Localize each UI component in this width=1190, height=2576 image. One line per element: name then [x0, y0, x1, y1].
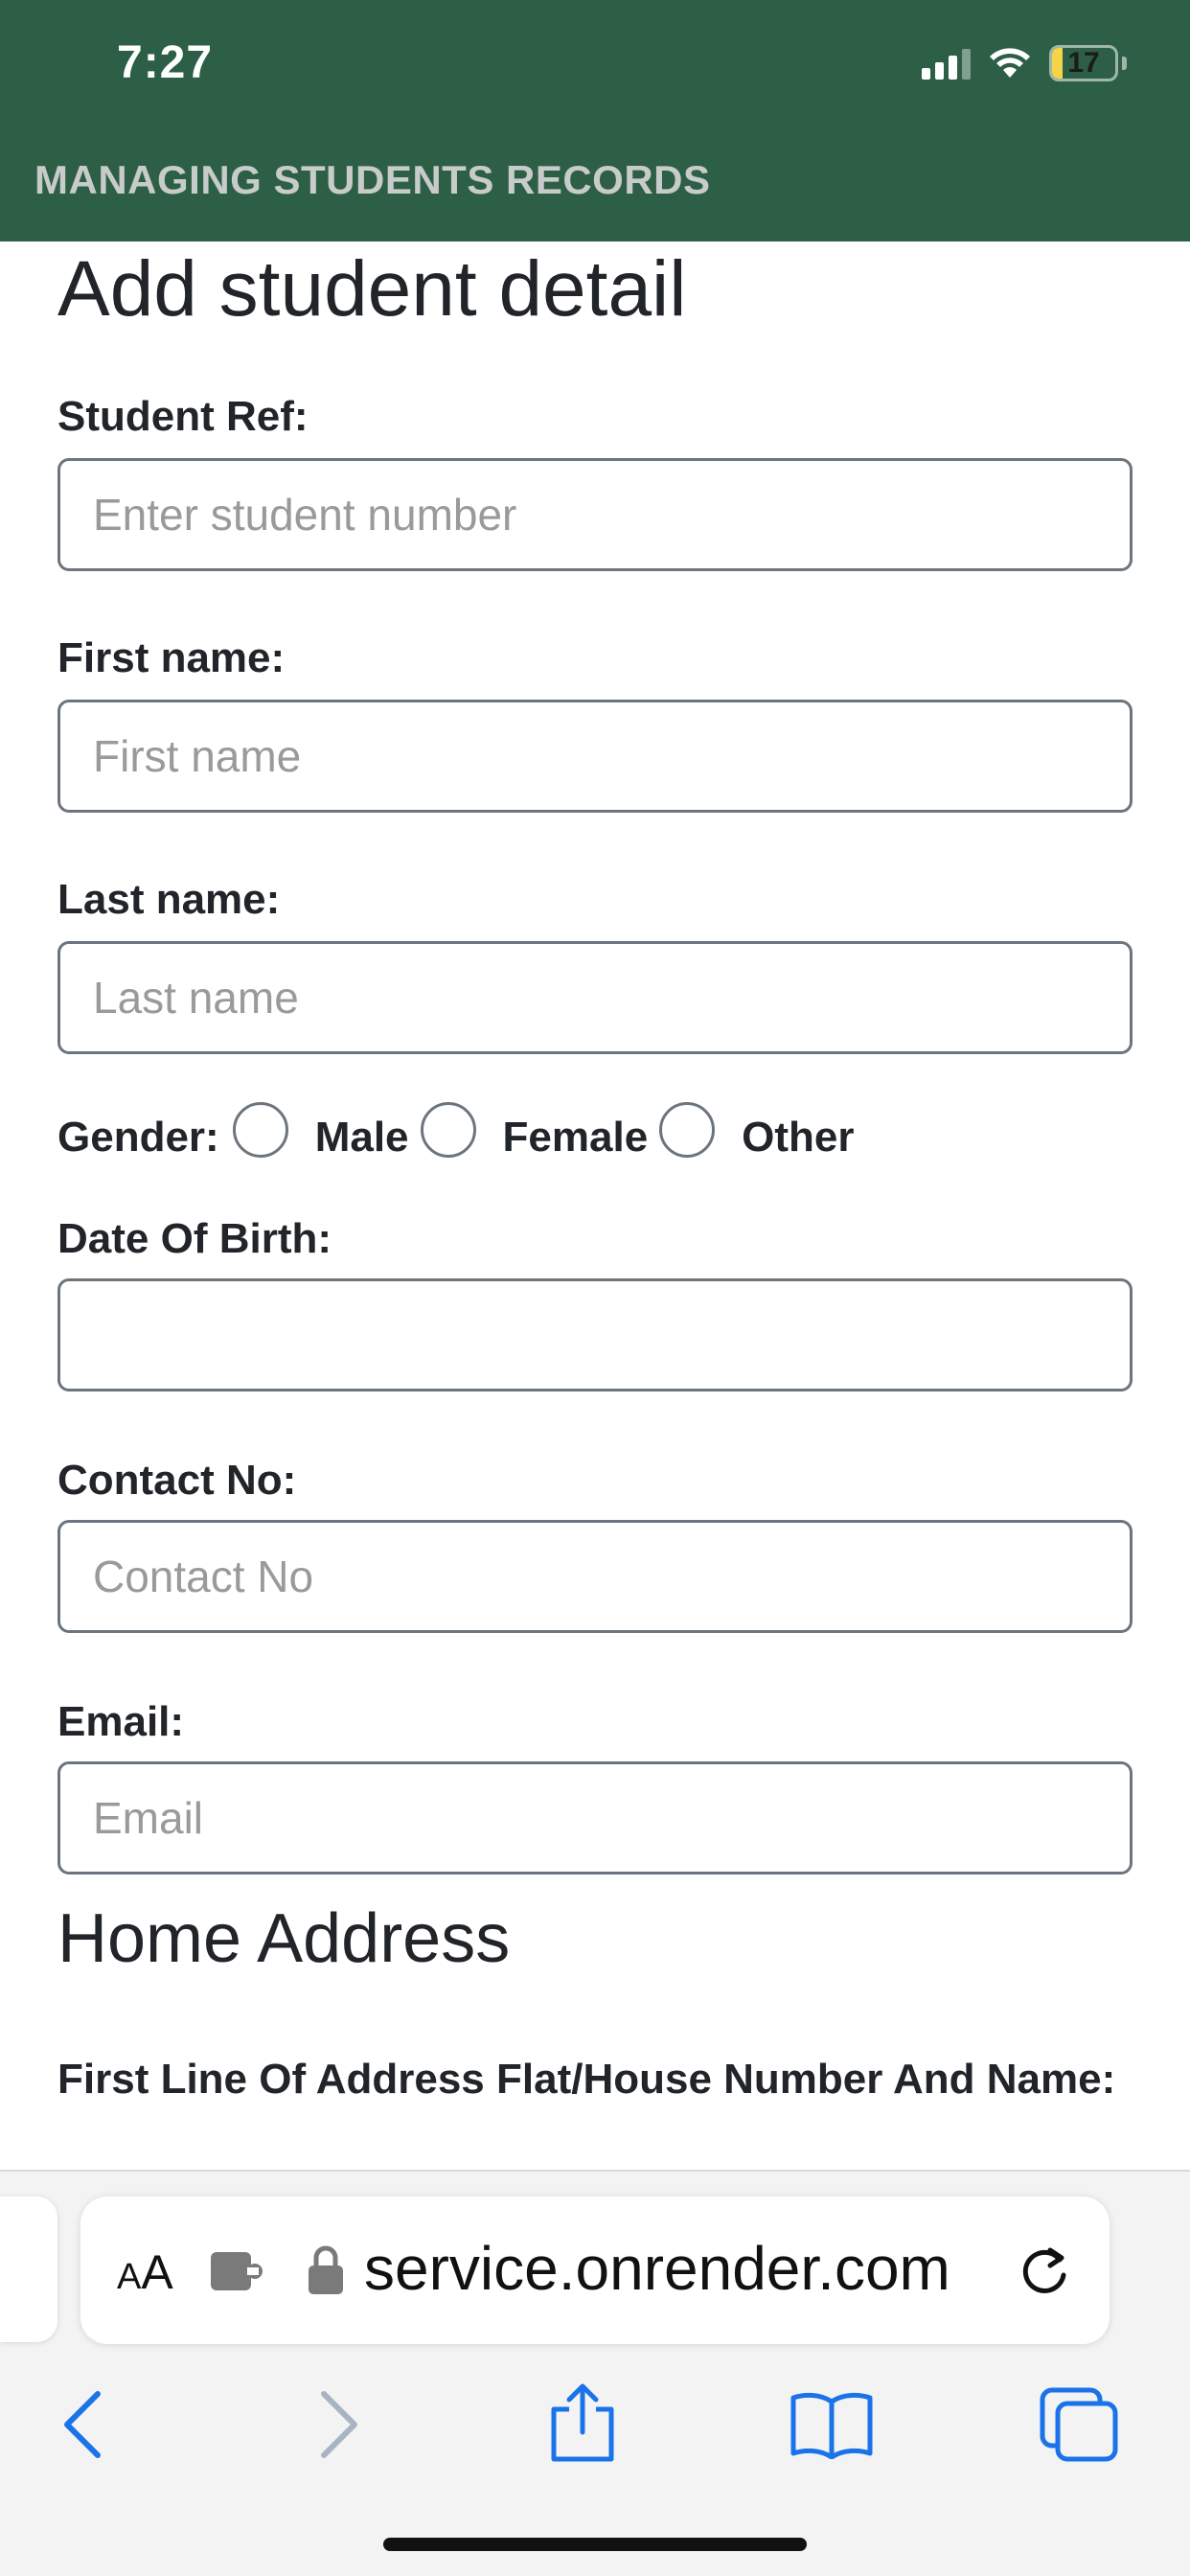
- student-ref-label: Student Ref:: [57, 393, 309, 440]
- browser-nav-bar: [0, 2352, 1190, 2486]
- url-domain[interactable]: service.onrender.com: [364, 2233, 950, 2304]
- first-name-input[interactable]: [57, 700, 1133, 813]
- gender-row: Gender: Male Female Other: [57, 1102, 855, 1171]
- gender-male-label[interactable]: Male: [315, 1114, 409, 1162]
- dob-input[interactable]: [57, 1278, 1133, 1392]
- last-name-input[interactable]: [57, 941, 1133, 1054]
- gender-label: Gender:: [57, 1114, 219, 1161]
- wifi-icon: [990, 48, 1030, 78]
- browser-toolbar: AA service.onrender.com: [0, 2170, 1190, 2576]
- lock-icon: [309, 2245, 343, 2294]
- contact-label: Contact No:: [57, 1457, 297, 1504]
- address-bar[interactable]: AA service.onrender.com: [80, 2196, 1110, 2344]
- back-icon[interactable]: [59, 2388, 105, 2461]
- home-indicator: [383, 2538, 807, 2551]
- forward-icon[interactable]: [316, 2388, 362, 2461]
- first-name-label: First name:: [57, 634, 286, 681]
- cellular-signal-icon: [922, 47, 971, 80]
- student-ref-input[interactable]: [57, 458, 1133, 571]
- app-title: MANAGING STUDENTS RECORDS: [34, 157, 711, 202]
- last-name-label: Last name:: [57, 876, 281, 923]
- gender-male-radio[interactable]: [232, 1102, 288, 1158]
- bookmarks-icon[interactable]: [788, 2390, 876, 2459]
- gender-other-radio[interactable]: [659, 1102, 716, 1158]
- gender-female-radio[interactable]: [420, 1102, 476, 1158]
- app-header-bar: 7:27 17 MANAGING STUDENTS RECORDS: [0, 0, 1190, 242]
- address-first-line-label: First Line Of Address Flat/House Number …: [57, 2056, 1116, 2103]
- gender-other-label[interactable]: Other: [742, 1114, 854, 1162]
- battery-icon: 17: [1049, 45, 1118, 81]
- battery-level: 17: [1067, 47, 1100, 79]
- previous-tab[interactable]: [0, 2196, 57, 2342]
- email-label: Email:: [57, 1698, 185, 1745]
- page-title: Add student detail: [57, 245, 687, 333]
- dob-label: Date Of Birth:: [57, 1215, 332, 1262]
- text-size-button[interactable]: AA: [117, 2244, 173, 2300]
- share-icon[interactable]: [546, 2380, 619, 2465]
- contact-input[interactable]: [57, 1520, 1133, 1633]
- status-icons: 17: [922, 44, 1127, 82]
- gender-female-label[interactable]: Female: [503, 1114, 649, 1162]
- status-time: 7:27: [117, 37, 214, 88]
- extension-icon[interactable]: [207, 2242, 268, 2300]
- email-input[interactable]: [57, 1761, 1133, 1874]
- reload-icon[interactable]: [1016, 2239, 1073, 2300]
- tabs-icon[interactable]: [1039, 2386, 1121, 2463]
- home-address-title: Home Address: [57, 1900, 511, 1977]
